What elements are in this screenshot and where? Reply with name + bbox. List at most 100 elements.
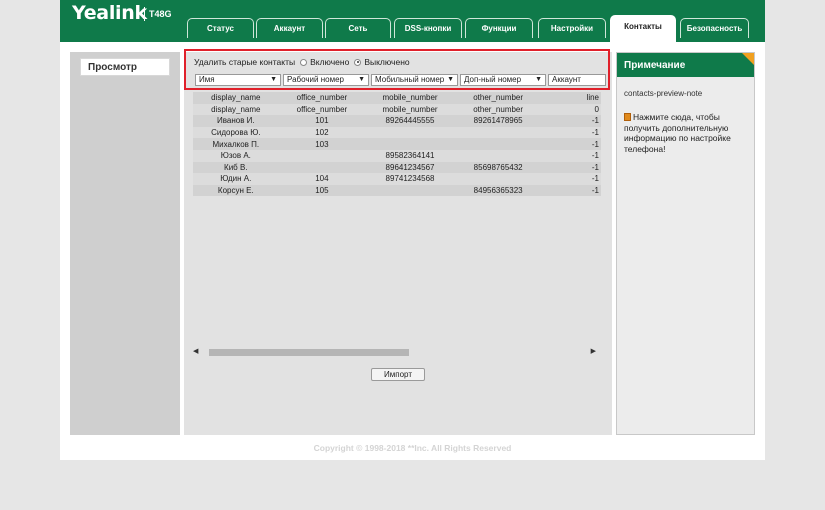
chevron-down-icon: ▼ [358, 76, 365, 83]
table-cell [365, 184, 455, 197]
column-select-mobile[interactable]: Мобильный номер ▼ [371, 74, 458, 86]
tab-account[interactable]: Аккаунт [256, 18, 323, 38]
table-cell: 105 [278, 184, 366, 197]
tab-contacts[interactable]: Контакты [610, 15, 676, 42]
table-cell: 89741234568 [365, 173, 455, 185]
note-key: contacts-preview-note [624, 89, 703, 98]
table-row: Михалков П. 103 -1 [193, 138, 601, 150]
yealink-logo: Yealink [72, 2, 147, 24]
table-cell [278, 161, 366, 174]
table-row: Иванов И. 101 89264445555 89261478965 -1 [193, 115, 601, 127]
table-cell: -1 [541, 173, 601, 185]
table-cell: Иванов И. [193, 115, 279, 127]
table-cell [454, 138, 542, 150]
table-cell: 85698765432 [454, 161, 542, 174]
table-row: display_name office_number mobile_number ot… [193, 103, 601, 116]
table-cell: 102 [278, 126, 366, 139]
table-cell: 104 [278, 173, 366, 185]
help-link-text[interactable]: Нажмите сюда, чтобы получить дополнитель… [624, 112, 731, 154]
horizontal-scrollbar[interactable]: ◀ ▶ [193, 347, 601, 359]
table-cell: -1 [541, 149, 601, 162]
column-select-label: Рабочий номер [287, 75, 344, 84]
column-select-label: Имя [199, 75, 215, 84]
contacts-preview-panel: Удалить старые контакты Включено Выключе… [184, 49, 612, 435]
model-label: T48G [149, 9, 172, 19]
delete-old-contacts-label: Удалить старые контакты [194, 57, 296, 67]
chevron-down-icon: ▼ [270, 76, 277, 83]
table-cell: 101 [278, 115, 366, 127]
table-row: Сидорова Ю. 102 -1 [193, 126, 601, 139]
chevron-down-icon: ▼ [535, 76, 542, 83]
table-row: Корсун Е. 105 84956365323 -1 [193, 184, 601, 197]
import-button[interactable]: Импорт [371, 368, 425, 381]
chevron-down-icon: ▼ [447, 76, 454, 83]
tab-features[interactable]: Функции [465, 18, 533, 38]
table-cell: -1 [541, 115, 601, 127]
table-cell: mobile_number [365, 103, 455, 116]
table-cell: other_number [454, 103, 542, 116]
table-cell [454, 149, 542, 162]
note-title: Примечание [617, 53, 754, 77]
scrollbar-thumb[interactable] [209, 349, 409, 356]
table-cell: -1 [541, 184, 601, 197]
table-cell: -1 [541, 126, 601, 139]
table-cell: 89641234567 [365, 161, 455, 174]
table-cell: other_number [454, 92, 542, 104]
table-cell: 84956365323 [454, 184, 542, 197]
table-cell: 89261478965 [454, 115, 542, 127]
copyright-text: Copyright © 1998-2018 **Inc. All Rights … [313, 443, 512, 453]
info-icon [624, 113, 631, 121]
table-cell: 89264445555 [365, 115, 455, 127]
tab-network[interactable]: Сеть [325, 18, 391, 38]
table-cell: mobile_number [365, 92, 455, 104]
contacts-table: display_name office_number mobile_number ot… [193, 92, 601, 197]
column-select-office[interactable]: Рабочий номер ▼ [283, 74, 369, 86]
table-cell: 103 [278, 138, 366, 150]
scroll-right-icon[interactable]: ▶ [591, 347, 596, 355]
table-cell [454, 126, 542, 139]
column-select-other[interactable]: Доп-ный номер ▼ [460, 74, 546, 86]
page-body: Просмотр Удалить старые контакты Включен… [60, 42, 765, 460]
note-corner-icon [742, 53, 754, 65]
logo-separator [144, 7, 145, 21]
table-cell: 89582364141 [365, 149, 455, 162]
table-cell: Юзов А. [193, 149, 279, 162]
radio-enabled-label[interactable]: Включено [310, 57, 349, 67]
radio-disabled-label[interactable]: Выключено [364, 57, 409, 67]
table-row: display_name office_number mobile_number ot… [193, 92, 601, 104]
table-cell: office_number [278, 92, 366, 104]
column-select-name[interactable]: Имя ▼ [195, 74, 281, 86]
table-cell: Юдин А. [193, 173, 279, 185]
table-cell: Киб В. [193, 161, 279, 174]
table-cell: -1 [541, 161, 601, 174]
top-header: Yealink T48G Статус Аккаунт Сеть DSS-кно… [60, 0, 765, 42]
tab-security[interactable]: Безопасность [680, 18, 749, 38]
column-select-label: Мобильный номер [375, 75, 445, 84]
table-row: Юзов А. 89582364141 -1 [193, 149, 601, 162]
table-cell: Корсун Е. [193, 184, 279, 197]
delete-old-contacts-row: Удалить старые контакты Включено Выключе… [194, 57, 410, 67]
radio-disabled[interactable] [354, 58, 362, 66]
help-link[interactable]: Нажмите сюда, чтобы получить дополнитель… [624, 112, 752, 154]
radio-enabled[interactable] [300, 58, 308, 66]
table-cell [365, 138, 455, 150]
tab-settings[interactable]: Настройки [538, 18, 606, 38]
scroll-left-icon[interactable]: ◀ [193, 347, 198, 355]
sidebar-item-preview[interactable]: Просмотр [80, 58, 170, 76]
table-cell: Михалков П. [193, 138, 279, 150]
table-row: Киб В. 89641234567 85698765432 -1 [193, 161, 601, 174]
table-cell: office_number [278, 103, 366, 116]
import-options-highlight: Удалить старые контакты Включено Выключе… [184, 49, 610, 90]
note-panel: Примечание contacts-preview-note Нажмите… [616, 52, 755, 435]
column-select-account[interactable]: Аккаунт [548, 74, 606, 86]
table-cell: Сидорова Ю. [193, 126, 279, 139]
table-cell [278, 149, 366, 162]
table-cell [365, 126, 455, 139]
table-cell: -1 [541, 138, 601, 150]
tab-status[interactable]: Статус [187, 18, 254, 38]
tab-dss-keys[interactable]: DSS-кнопки [394, 18, 462, 38]
table-cell: display_name [193, 103, 279, 116]
table-cell: display_name [193, 92, 279, 104]
table-cell [454, 173, 542, 185]
table-cell: line [541, 92, 601, 104]
